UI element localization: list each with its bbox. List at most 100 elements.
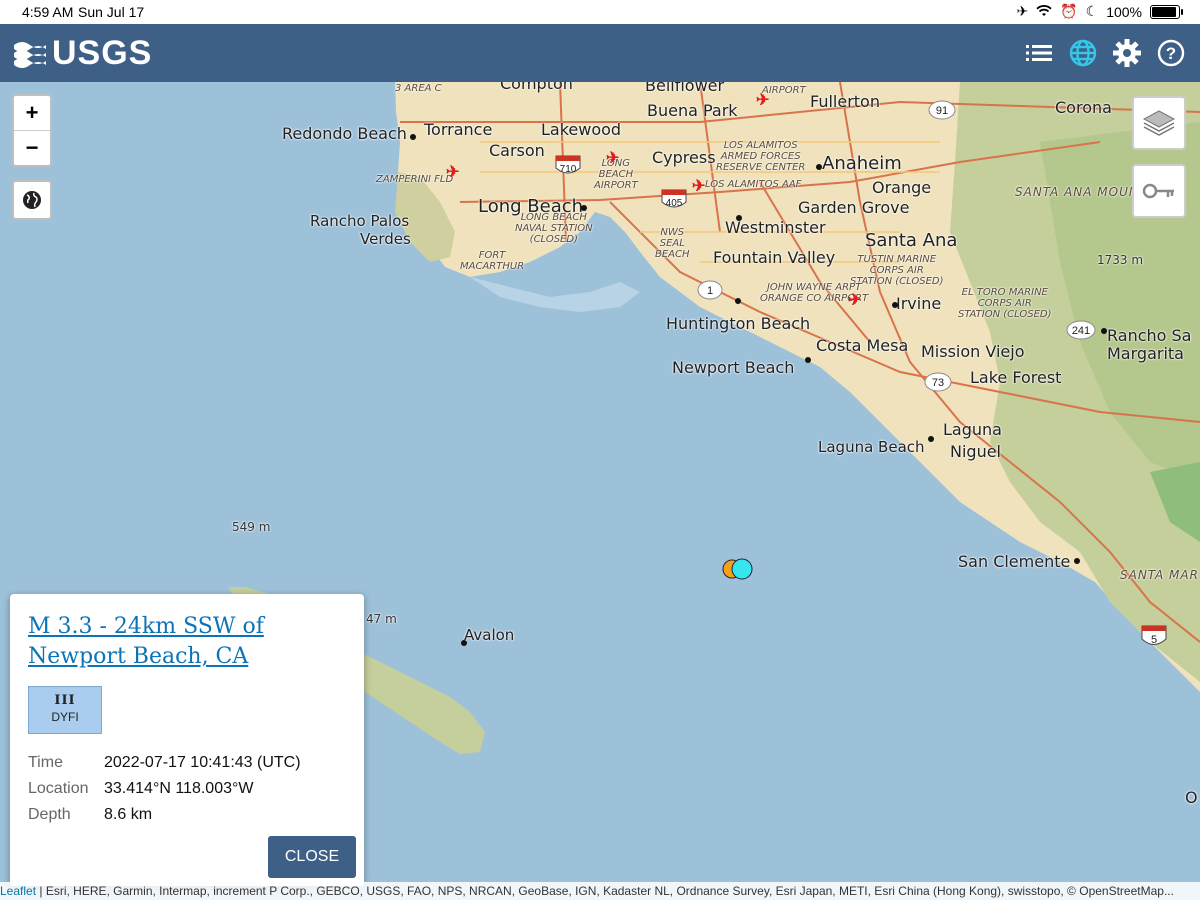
globe-icon[interactable] xyxy=(1068,38,1098,68)
airport-icon: ✈ xyxy=(446,164,460,181)
battery-icon xyxy=(1150,4,1183,19)
detail-value: 33.414°N 118.003°W xyxy=(104,780,254,797)
place-label: Lakewood xyxy=(541,120,622,139)
city-dot xyxy=(581,205,587,211)
place-label: Verdes xyxy=(360,230,411,248)
city-dot xyxy=(1101,328,1107,334)
app-header: USGS ? xyxy=(0,24,1200,82)
zoom-out-button[interactable]: − xyxy=(14,131,50,165)
interstate-shield-icon: 710 xyxy=(555,155,581,175)
earthquake-markers[interactable] xyxy=(720,556,756,582)
attribution-text: | Esri, HERE, Garmin, Intermap, incremen… xyxy=(36,884,1174,898)
state-route-shield-icon: 1 xyxy=(697,280,723,300)
shield-number: 710 xyxy=(560,164,577,175)
place-label: Margarita xyxy=(1107,344,1184,363)
place-label: Westminster xyxy=(725,218,826,237)
dyfi-label: DYFI xyxy=(51,710,79,724)
elevation-label: 1733 m xyxy=(1097,253,1144,267)
airplane-icon: ✈ xyxy=(1016,3,1029,19)
leaflet-link[interactable]: Leaflet xyxy=(0,884,36,898)
airport-icon: ✈ xyxy=(692,178,706,195)
airport-icon: ✈ xyxy=(848,292,862,309)
feature-label: SANTA MAR xyxy=(1120,568,1199,582)
usgs-logo-text: USGS xyxy=(52,34,153,72)
earthquake-marker-selected[interactable] xyxy=(731,558,753,580)
event-title-link[interactable]: M 3.3 - 24km SSW of Newport Beach, CA xyxy=(28,612,348,672)
airport-icon: ✈ xyxy=(756,92,770,109)
layers-icon xyxy=(1142,110,1176,136)
feature-label: 3 AREA C xyxy=(395,83,442,94)
place-label: Niguel xyxy=(950,442,1001,461)
gear-icon[interactable] xyxy=(1112,38,1142,68)
interstate-shield-icon: 405 xyxy=(661,189,687,209)
city-dot xyxy=(928,436,934,442)
shield-number: 5 xyxy=(1151,634,1157,646)
shield-number: 1 xyxy=(707,285,713,297)
place-label: Santa Ana xyxy=(865,230,958,251)
place-label: Bellflower xyxy=(645,82,725,95)
dyfi-intensity: III xyxy=(54,693,76,708)
airport-icon: ✈ xyxy=(606,150,620,167)
detail-key: Depth xyxy=(28,806,71,823)
alarm-icon: ⏰ xyxy=(1060,3,1078,19)
place-label: Buena Park xyxy=(647,101,738,120)
help-icon[interactable]: ? xyxy=(1156,38,1186,68)
place-label: Avalon xyxy=(464,626,515,644)
place-label: Rancho Sa xyxy=(1107,326,1192,345)
city-dot xyxy=(816,164,822,170)
state-route-shield-icon: 73 xyxy=(924,372,952,392)
close-button[interactable]: CLOSE xyxy=(268,836,356,878)
place-label: Irvine xyxy=(896,294,942,313)
place-label: San Clemente xyxy=(958,552,1071,571)
elevation-label: 549 m xyxy=(232,520,271,534)
interstate-shield-icon: 5 xyxy=(1141,625,1167,646)
detail-row: Depth 8.6 km xyxy=(28,802,301,828)
svg-text:?: ? xyxy=(1166,44,1176,63)
feature-label: SANTA ANA MOUNT xyxy=(1015,185,1148,199)
wifi-icon xyxy=(1036,4,1052,20)
place-label: Costa Mesa xyxy=(816,336,909,355)
detail-key: Time xyxy=(28,754,63,771)
city-dot xyxy=(1074,558,1080,564)
layers-button[interactable] xyxy=(1132,96,1186,150)
place-label: Huntington Beach xyxy=(666,314,811,333)
dyfi-badge[interactable]: III DYFI xyxy=(28,686,102,734)
place-label: Compton xyxy=(500,82,573,93)
place-label: Orange xyxy=(872,178,932,197)
city-dot xyxy=(410,134,416,140)
shield-number: 405 xyxy=(666,198,683,209)
city-dot xyxy=(892,302,898,308)
place-label: Rancho Palos xyxy=(310,212,410,230)
city-dot xyxy=(735,298,741,304)
usgs-wave-icon xyxy=(14,41,46,68)
detail-value: 8.6 km xyxy=(104,806,153,823)
world-view-button[interactable] xyxy=(12,180,52,220)
header-toolbar: ? xyxy=(1024,38,1186,68)
place-label: Mission Viejo xyxy=(921,342,1025,361)
place-label: Cypress xyxy=(652,148,716,167)
elevation-label: 47 m xyxy=(366,612,397,626)
list-icon[interactable] xyxy=(1024,38,1054,68)
place-label: Torrance xyxy=(424,120,493,139)
shield-number: 91 xyxy=(936,105,948,117)
place-label: O xyxy=(1185,788,1198,807)
city-dot xyxy=(805,357,811,363)
state-route-shield-icon: 91 xyxy=(928,100,956,120)
place-label: Redondo Beach xyxy=(282,124,407,143)
globe-icon xyxy=(23,191,41,209)
place-label: Garden Grove xyxy=(798,198,910,217)
place-label: Carson xyxy=(489,141,545,160)
feature-label: EL TORO MARINE CORPS AIR STATION (CLOSED… xyxy=(958,287,1052,320)
place-label: Laguna xyxy=(943,420,1002,439)
zoom-in-button[interactable]: + xyxy=(14,96,50,131)
usgs-logo[interactable]: USGS xyxy=(12,34,152,73)
feature-label: NWS SEAL BEACH xyxy=(655,227,690,260)
key-icon xyxy=(1142,183,1174,199)
key-button[interactable] xyxy=(1132,164,1186,218)
status-date: Sun Jul 17 xyxy=(78,4,145,20)
detail-row: Location 33.414°N 118.003°W xyxy=(28,776,301,802)
place-label: Fullerton xyxy=(810,92,880,111)
zoom-control: + − xyxy=(12,94,52,167)
status-right: ✈ ⏰ ☾ 100% xyxy=(1016,3,1183,20)
place-label: Laguna Beach xyxy=(818,438,925,456)
